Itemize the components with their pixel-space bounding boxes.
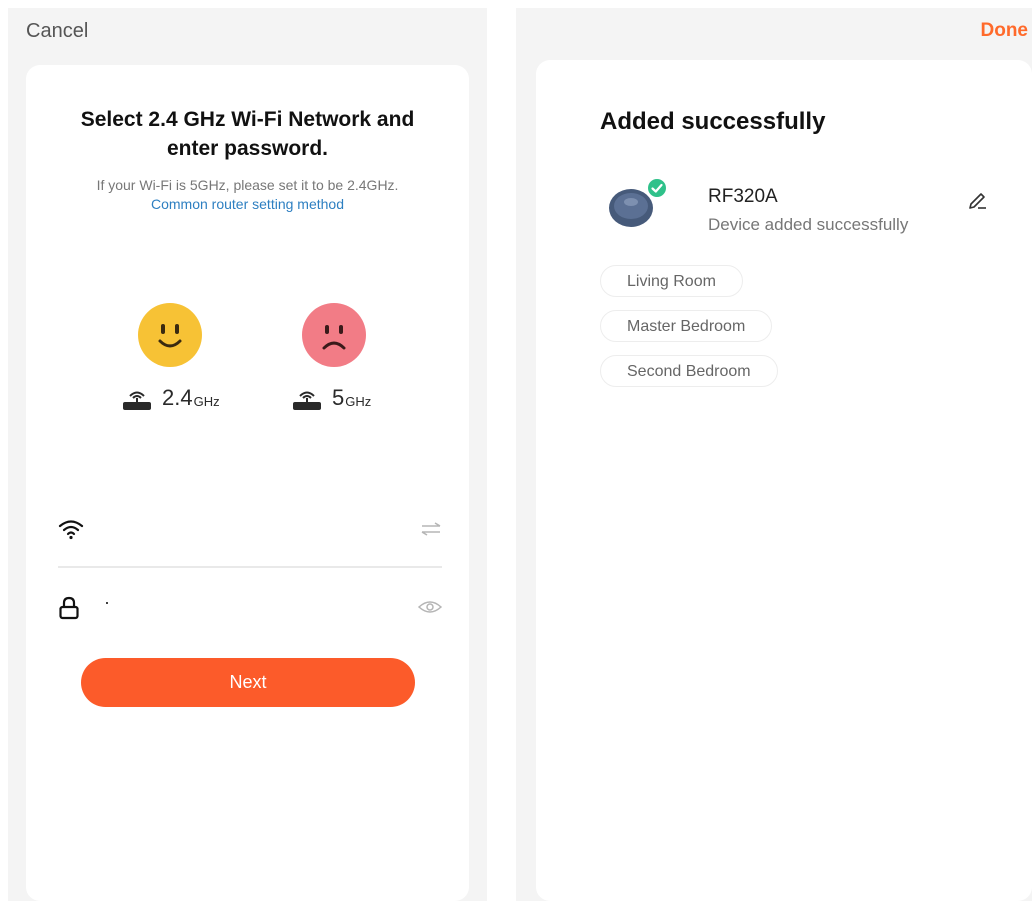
page-title: Added successfully bbox=[600, 108, 826, 135]
page-title-line2: enter password. bbox=[166, 137, 329, 160]
eye-icon[interactable] bbox=[418, 600, 442, 614]
password-field[interactable]: · bbox=[58, 590, 442, 630]
lock-icon bbox=[59, 596, 79, 620]
router-setting-link[interactable]: Common router setting method bbox=[26, 196, 469, 212]
page-title-line1: Select 2.4 GHz Wi-Fi Network and bbox=[80, 108, 415, 131]
sad-face-icon bbox=[302, 303, 366, 367]
done-button[interactable]: Done bbox=[981, 20, 1029, 42]
next-button[interactable]: Next bbox=[81, 658, 415, 707]
device-name: RF320A bbox=[708, 186, 778, 207]
band-hint-text: If your Wi-Fi is 5GHz, please set it to … bbox=[96, 177, 399, 193]
wifi-ssid-field[interactable] bbox=[58, 512, 442, 552]
switch-network-icon[interactable] bbox=[420, 522, 442, 536]
password-value: · bbox=[104, 592, 110, 612]
room-chip-living-room[interactable]: Living Room bbox=[600, 265, 743, 297]
pencil-icon[interactable] bbox=[966, 187, 990, 211]
band-5-unit: GHz bbox=[345, 394, 372, 409]
router-icon bbox=[123, 391, 151, 410]
happy-face-icon bbox=[138, 303, 202, 367]
cancel-button[interactable]: Cancel bbox=[26, 20, 88, 43]
check-icon bbox=[646, 177, 668, 199]
band-2-4-value: 2.4 bbox=[162, 385, 193, 410]
router-icon bbox=[293, 391, 321, 410]
device-added-card: Added successfully RF320A Device added s… bbox=[536, 60, 1032, 901]
band-5-value: 5 bbox=[332, 385, 345, 410]
band-5ghz-label: 5 GHz bbox=[290, 385, 371, 411]
wifi-setup-screen: Cancel Select 2.4 GHz Wi-Fi Network and … bbox=[8, 8, 487, 901]
wifi-setup-card: Select 2.4 GHz Wi-Fi Network and enter p… bbox=[26, 65, 469, 901]
room-chip-second-bedroom[interactable]: Second Bedroom bbox=[600, 355, 778, 387]
room-chip-master-bedroom[interactable]: Master Bedroom bbox=[600, 310, 773, 342]
band-2-4-unit: GHz bbox=[193, 394, 220, 409]
device-status-text: Device added successfully bbox=[708, 215, 909, 234]
band-2-4ghz-label: 2.4 GHz bbox=[120, 385, 220, 411]
field-divider bbox=[58, 566, 442, 568]
added-success-screen: Done Added successfully RF320A Device ad… bbox=[516, 8, 1032, 901]
wifi-icon bbox=[58, 520, 84, 540]
